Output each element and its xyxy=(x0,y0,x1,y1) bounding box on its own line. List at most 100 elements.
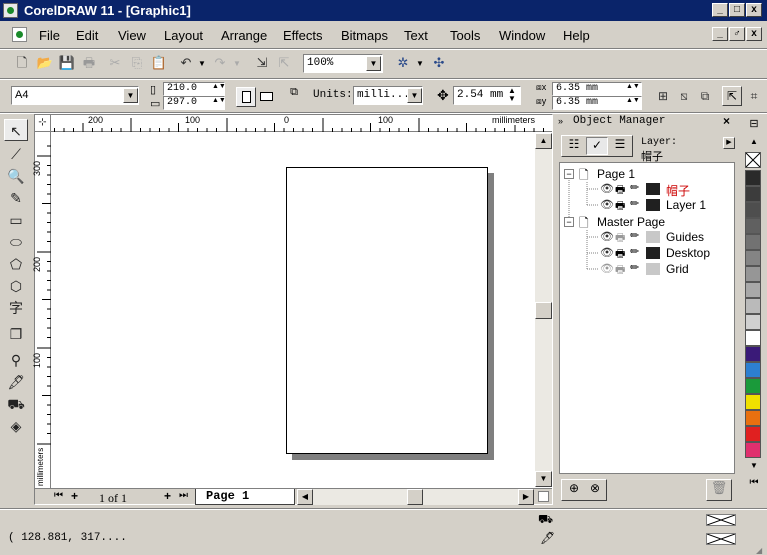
interactive-blend-tool-icon[interactable]: ❐ xyxy=(4,323,28,345)
scroll-down-icon[interactable]: ▼ xyxy=(535,471,552,487)
import-icon[interactable]: ⇲ xyxy=(252,53,272,73)
color-swatch[interactable] xyxy=(745,282,761,298)
draw-objects-icon[interactable]: ⧅ xyxy=(674,86,694,106)
fill-status-icon[interactable]: ⛟ xyxy=(538,512,553,528)
eyedropper-tool-icon[interactable]: ⚲ xyxy=(4,349,28,371)
undo-dropdown-icon[interactable]: ▼ xyxy=(198,59,206,68)
doc-close-button[interactable]: x xyxy=(746,27,762,41)
tree-item-layer-1[interactable]: Layer 1 xyxy=(666,198,706,214)
outline-status-icon[interactable]: 🖋 xyxy=(540,531,555,545)
polygon-tool-icon[interactable]: ⬠ xyxy=(4,253,28,275)
freehand-tool-icon[interactable]: ✎ xyxy=(4,187,28,209)
launcher-dropdown-icon[interactable]: ▼ xyxy=(416,59,424,68)
first-page-icon[interactable]: ⏮ xyxy=(54,490,63,501)
color-swatch[interactable] xyxy=(745,186,761,202)
menu-view[interactable]: View xyxy=(118,28,146,43)
color-swatch[interactable] xyxy=(745,250,761,266)
menu-bitmaps[interactable]: Bitmaps xyxy=(341,28,388,43)
printable-icon[interactable]: 🖶 xyxy=(615,261,625,280)
dup-y-spinner-icon[interactable]: ▲▼ xyxy=(626,97,640,104)
om-flyout-icon[interactable]: ▶ xyxy=(723,137,735,149)
save-icon[interactable]: 💾 xyxy=(57,53,77,73)
edit-across-layers-icon[interactable]: ✓ xyxy=(586,137,608,155)
outline-color-indicator[interactable] xyxy=(706,533,736,545)
new-icon[interactable]: 🗋 xyxy=(12,53,32,73)
color-swatch[interactable] xyxy=(745,170,761,186)
vertical-scrollbar[interactable]: ▲ ▼ xyxy=(535,133,552,487)
color-swatch[interactable] xyxy=(745,442,761,458)
tree-item-grid[interactable]: Grid xyxy=(666,262,689,278)
docker-tab-icon[interactable]: ⊟ xyxy=(745,117,763,133)
scroll-up-icon[interactable]: ▲ xyxy=(535,133,552,149)
editable-pencil-icon[interactable]: ✏ xyxy=(630,261,639,274)
scroll-right-icon[interactable]: ▶ xyxy=(518,489,534,505)
menu-arrange[interactable]: Arrange xyxy=(221,28,267,43)
horizontal-scrollbar[interactable]: ◀ ▶ xyxy=(297,489,534,505)
menu-layout[interactable]: Layout xyxy=(164,28,203,43)
doc-restore-button[interactable]: ♂ xyxy=(729,27,745,41)
menu-text[interactable]: Text xyxy=(404,28,428,43)
fill-tool-icon[interactable]: ⛟ xyxy=(4,393,28,415)
menu-file[interactable]: File xyxy=(39,28,60,43)
undo-icon[interactable]: ↶ xyxy=(176,53,196,73)
collapse-page-1-icon[interactable]: − xyxy=(564,169,574,179)
menu-help[interactable]: Help xyxy=(563,28,590,43)
color-swatch[interactable] xyxy=(745,314,761,330)
tab-page-1[interactable]: Page 1 xyxy=(195,489,295,505)
visibility-eye-icon[interactable]: 👁 xyxy=(600,246,614,259)
tree-item-guides[interactable]: Guides xyxy=(666,230,704,246)
color-swatch[interactable] xyxy=(745,362,761,378)
copy-icon[interactable]: ⎘ xyxy=(127,53,147,73)
options-icon[interactable]: ⌗ xyxy=(744,86,764,106)
minimize-button[interactable]: _ xyxy=(712,3,728,17)
zoom-tool-icon[interactable]: 🔍 xyxy=(4,165,28,187)
color-swatch[interactable] xyxy=(745,234,761,250)
doc-minimize-button[interactable]: _ xyxy=(712,27,728,41)
ruler-origin-icon[interactable]: ⊹ xyxy=(35,115,51,132)
portrait-button[interactable] xyxy=(236,87,256,107)
editable-pencil-icon[interactable]: ✏ xyxy=(630,197,639,210)
landscape-button[interactable] xyxy=(257,87,277,107)
horizontal-scroll-thumb[interactable] xyxy=(407,489,423,505)
width-spinner-icon[interactable]: ▲▼ xyxy=(212,83,226,90)
new-master-layer-icon[interactable]: ⊗ xyxy=(585,481,605,499)
color-swatch[interactable] xyxy=(745,330,761,346)
dup-x-spinner-icon[interactable]: ▲▼ xyxy=(626,83,640,90)
editable-pencil-icon[interactable]: ✏ xyxy=(630,245,639,258)
corel-online-icon[interactable]: ✣ xyxy=(429,53,449,73)
scroll-left-icon[interactable]: ◀ xyxy=(297,489,313,505)
editable-pencil-icon[interactable]: ✏ xyxy=(630,229,639,242)
editable-pencil-icon[interactable]: ✏ xyxy=(630,181,639,194)
vertical-scroll-thumb[interactable] xyxy=(535,302,552,319)
palette-scroll-down-icon[interactable]: ▼ xyxy=(745,461,763,470)
paper-size-dropdown-icon[interactable]: ▼ xyxy=(123,88,138,103)
size-grip-icon[interactable]: ◢ xyxy=(756,546,762,555)
add-page-before-icon[interactable]: + xyxy=(71,489,78,503)
page-boundary[interactable] xyxy=(286,167,488,454)
visibility-eye-icon[interactable]: 👁 xyxy=(600,182,614,195)
visibility-eye-icon[interactable]: 👁 xyxy=(600,230,614,243)
ellipse-tool-icon[interactable]: ⬭ xyxy=(4,231,28,253)
zoom-dropdown-icon[interactable]: ▼ xyxy=(366,56,381,71)
drawing-canvas[interactable] xyxy=(52,133,535,487)
menu-window[interactable]: Window xyxy=(499,28,545,43)
menu-effects[interactable]: Effects xyxy=(283,28,323,43)
color-swatch[interactable] xyxy=(745,346,761,362)
doc-icon[interactable] xyxy=(12,27,27,42)
palette-scroll-up-icon[interactable]: ▲ xyxy=(745,137,763,146)
collapse-master-page-icon[interactable]: − xyxy=(564,217,574,227)
tree-item-desktop[interactable]: Desktop xyxy=(666,246,710,262)
layer-manager-view-icon[interactable]: ☰ xyxy=(610,137,630,155)
interactive-fill-tool-icon[interactable]: ◈ xyxy=(4,415,28,437)
close-button[interactable]: x xyxy=(746,3,762,17)
color-swatch[interactable] xyxy=(745,378,761,394)
page-layout-icon[interactable]: ⧉ xyxy=(284,86,304,108)
outline-tool-icon[interactable]: 🖋 xyxy=(4,371,28,393)
edit-across-layers-icon[interactable]: ⧉ xyxy=(695,86,715,106)
color-swatch[interactable] xyxy=(745,218,761,234)
paper-size-select[interactable]: A4 xyxy=(11,86,139,105)
color-swatch[interactable] xyxy=(745,410,761,426)
vertical-ruler[interactable]: 300 200 100 millimeters xyxy=(32,132,51,488)
shape-tool-icon[interactable]: ⟋ xyxy=(4,143,28,165)
printable-icon[interactable]: 🖶 xyxy=(615,197,625,216)
